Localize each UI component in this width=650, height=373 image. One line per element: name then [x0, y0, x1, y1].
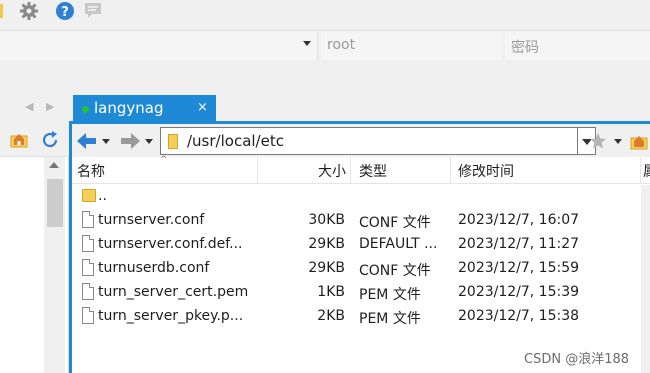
- file-name: turnserver.conf: [98, 212, 205, 228]
- column-size-label: 大小: [318, 164, 346, 180]
- home-icon[interactable]: [10, 130, 28, 148]
- scroll-up-icon[interactable]: [49, 162, 59, 168]
- message-icon[interactable]: [82, 0, 104, 22]
- file-type: PEM 文件: [359, 287, 421, 303]
- file-icon: [82, 307, 94, 324]
- file-type: PEM 文件: [359, 311, 421, 327]
- file-size: 30KB: [308, 212, 345, 228]
- list-item[interactable]: turnserver.conf 30KB CONF 文件 2023/12/7, …: [72, 209, 650, 233]
- username-field[interactable]: root: [321, 32, 502, 60]
- file-icon: [82, 235, 94, 252]
- connected-status-icon: [82, 106, 89, 113]
- forward-history-chevron-icon[interactable]: [145, 139, 153, 144]
- column-name-label: 名称: [77, 164, 105, 180]
- connection-bar: root 密码: [0, 30, 650, 60]
- list-item[interactable]: turn_server_cert.pem 1KB PEM 文件 2023/12/…: [72, 281, 650, 305]
- file-size: 29KB: [308, 236, 345, 252]
- file-type: DEFAULT ...: [359, 236, 438, 252]
- file-mtime: 2023/12/7, 11:27: [458, 236, 580, 252]
- bookmark-star-icon[interactable]: [589, 132, 607, 150]
- right-scrollbar[interactable]: [641, 185, 650, 373]
- file-name: ..: [98, 188, 107, 204]
- column-type[interactable]: 类型: [351, 157, 451, 184]
- file-icon: [82, 259, 94, 276]
- bookmark-chevron-icon[interactable]: [614, 139, 622, 144]
- file-mtime: 2023/12/7, 15:38: [458, 308, 580, 324]
- file-mtime: 2023/12/7, 15:39: [458, 284, 580, 300]
- list-item[interactable]: turnserver.conf.def... 29KB DEFAULT ... …: [72, 233, 650, 257]
- back-history-chevron-icon[interactable]: [102, 139, 110, 144]
- path-input[interactable]: /usr/local/etc: [160, 127, 578, 155]
- column-type-label: 类型: [359, 164, 387, 180]
- column-mtime[interactable]: 修改时间: [451, 157, 641, 184]
- tab-strip: ◀ ▶ langynag ×: [0, 60, 650, 122]
- folder-icon: [168, 134, 178, 149]
- file-size: 1KB: [317, 284, 345, 300]
- column-mtime-label: 修改时间: [458, 164, 514, 180]
- list-item[interactable]: turnuserdb.conf 29KB CONF 文件 2023/12/7, …: [72, 257, 650, 281]
- column-permissions-label: 属: [643, 164, 650, 180]
- left-pane: [0, 121, 69, 373]
- chevron-down-icon: [303, 41, 311, 46]
- left-toolbar: [0, 121, 69, 157]
- list-item[interactable]: turn_server_pkey.p... 2KB PEM 文件 2023/12…: [72, 305, 650, 329]
- file-size: 29KB: [308, 260, 345, 276]
- sort-ascending-icon: ^: [160, 155, 168, 165]
- svg-text:?: ?: [61, 5, 69, 20]
- tab-session[interactable]: langynag ×: [73, 95, 216, 122]
- back-icon[interactable]: [76, 132, 98, 150]
- scrollbar-thumb[interactable]: [47, 179, 63, 227]
- tab-scroll-right-icon[interactable]: ▶: [46, 100, 54, 113]
- tab-scroll-left-icon[interactable]: ◀: [25, 100, 33, 113]
- host-dropdown[interactable]: [0, 32, 318, 60]
- file-icon: [82, 283, 94, 300]
- column-size[interactable]: 大小: [258, 157, 351, 184]
- list-item[interactable]: ..: [72, 185, 650, 209]
- password-field[interactable]: 密码: [505, 32, 650, 60]
- file-size: 2KB: [317, 308, 345, 324]
- left-scrollbar[interactable]: [44, 157, 65, 373]
- home-icon[interactable]: [630, 132, 648, 150]
- file-name: turn_server_pkey.p...: [98, 308, 244, 324]
- folder-icon: [82, 189, 96, 202]
- file-name: turnuserdb.conf: [98, 260, 210, 276]
- file-mtime: 2023/12/7, 15:59: [458, 260, 580, 276]
- help-icon[interactable]: ?: [54, 0, 76, 22]
- file-name: turnserver.conf.def...: [98, 236, 243, 252]
- file-list-header: 名称 ^ 大小 类型 修改时间 属: [72, 155, 650, 184]
- path-bar: /usr/local/etc: [72, 124, 650, 157]
- gear-icon[interactable]: [18, 0, 40, 22]
- file-mtime: 2023/12/7, 16:07: [458, 212, 580, 228]
- close-icon[interactable]: ×: [197, 100, 208, 115]
- file-icon: [82, 211, 94, 228]
- watermark: CSDN @浪洋188: [524, 352, 630, 367]
- tab-label: langynag: [94, 99, 164, 117]
- file-type: CONF 文件: [359, 263, 431, 279]
- remote-file-pane: /usr/local/etc 名称 ^ 大小 类型 修改时间 .. turnse…: [69, 121, 650, 373]
- forward-icon[interactable]: [119, 132, 141, 150]
- path-text: /usr/local/etc: [187, 132, 284, 150]
- top-toolbar: ?: [0, 0, 650, 24]
- refresh-icon[interactable]: [40, 130, 60, 150]
- file-name: turn_server_cert.pem: [98, 284, 249, 300]
- file-type: CONF 文件: [359, 215, 431, 231]
- column-name[interactable]: 名称 ^: [72, 155, 258, 184]
- column-permissions[interactable]: 属: [641, 157, 650, 184]
- separator: [0, 2, 6, 20]
